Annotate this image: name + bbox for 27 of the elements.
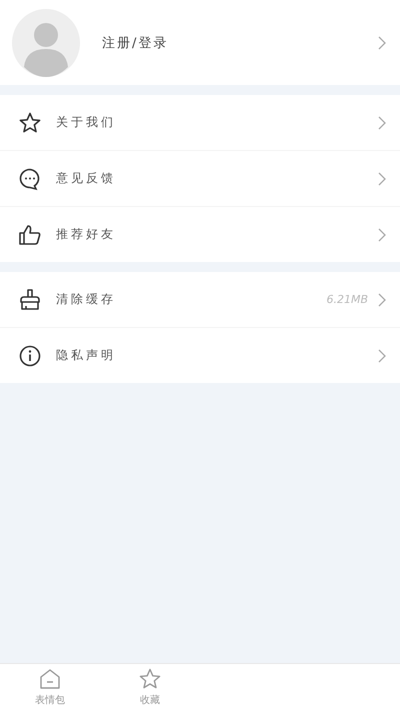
- menu-item[interactable]: 意见反馈: [0, 151, 400, 207]
- menu-label: 隐私声明: [56, 347, 117, 364]
- profile-row[interactable]: 注册/登录: [0, 0, 400, 85]
- star-icon: [18, 110, 42, 134]
- avatar-icon: [12, 8, 80, 76]
- chevron-icon: [378, 36, 386, 50]
- menu-label: 关于我们: [56, 114, 117, 131]
- star-icon: [138, 667, 162, 691]
- menu-item[interactable]: 关于我们: [0, 95, 400, 151]
- chat-bubble-icon: [18, 166, 42, 190]
- home-icon: [38, 667, 62, 691]
- info-icon: [18, 344, 42, 368]
- menu-label: 意见反馈: [56, 170, 117, 187]
- menu-item[interactable]: 隐私声明: [0, 328, 400, 383]
- menu-label: 推荐好友: [56, 226, 117, 243]
- chevron-icon: [378, 292, 386, 306]
- chevron-icon: [378, 172, 386, 186]
- thumbs-up-icon: [18, 222, 42, 246]
- cache-size: 6.21MB: [326, 293, 368, 306]
- chevron-icon: [378, 228, 386, 242]
- chevron-icon: [378, 348, 386, 362]
- menu-label: 清除缓存: [56, 291, 117, 308]
- login-label: 注册/登录: [102, 34, 170, 52]
- menu-item[interactable]: 清除缓存 6.21MB: [0, 272, 400, 328]
- chevron-icon: [378, 116, 386, 130]
- broom-icon: [18, 288, 42, 312]
- menu-item[interactable]: 推荐好友: [0, 207, 400, 262]
